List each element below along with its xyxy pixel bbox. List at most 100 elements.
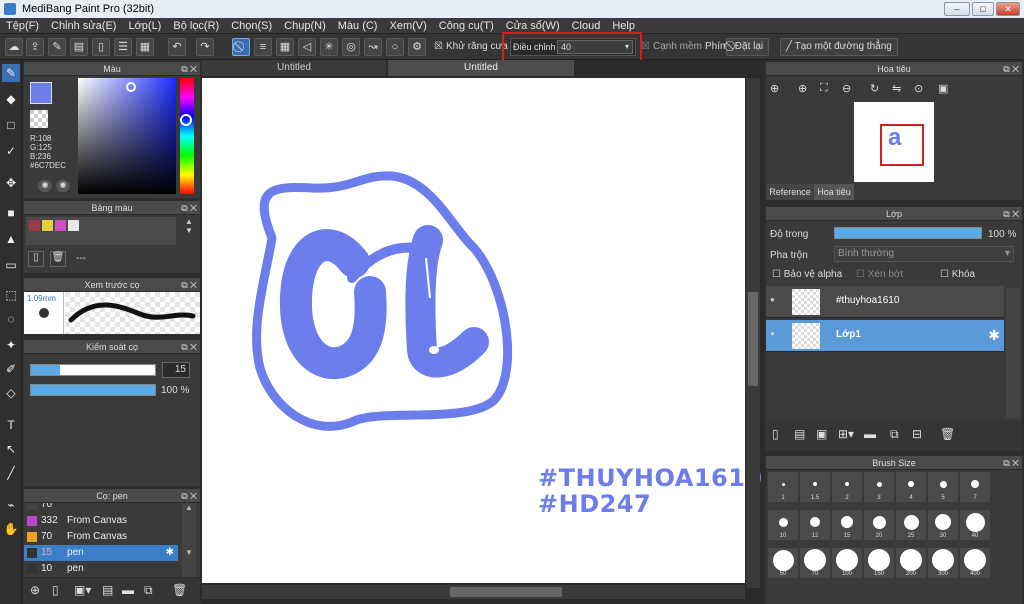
brush-size-cell[interactable]: 1 [768, 472, 798, 502]
folder-icon[interactable]: ▬ [122, 583, 134, 597]
brush-list-scroll[interactable]: ▲ ▼ [182, 503, 196, 577]
trash-icon[interactable]: 🗑 [940, 427, 955, 441]
brush-size-cell[interactable]: 25 [896, 510, 926, 540]
select-pen-tool-icon[interactable]: ✐ [2, 360, 20, 378]
duplicate-layer-icon[interactable]: ⧉ [890, 427, 899, 442]
brush-menu-icon[interactable]: ▣▾ [74, 583, 91, 597]
grid-icon[interactable]: ▦ [136, 38, 154, 56]
create-line-button[interactable]: ╱ Tạo một đường thẳng [780, 38, 898, 56]
lock-checkbox[interactable]: ☐ Khóa [940, 269, 975, 280]
lasso-tool-icon[interactable]: ◌ [2, 310, 20, 328]
hue-slider[interactable] [180, 78, 194, 194]
color-cursor[interactable] [126, 82, 136, 92]
new-palette-icon[interactable]: ▯ [28, 251, 44, 267]
brush-size-cell[interactable]: 3 [864, 472, 894, 502]
share-icon[interactable]: ⇪ [26, 38, 44, 56]
close-icon[interactable]: ⧉ ✕ [1003, 207, 1019, 221]
add-brush-icon[interactable]: ⊕ [30, 583, 40, 597]
menu-item-0[interactable]: Tệp(F) [6, 18, 39, 34]
tab-reference[interactable]: Reference [766, 184, 814, 200]
view-rect[interactable] [880, 124, 924, 166]
layer-row[interactable]: ● Lớp1 ✱ [766, 320, 1004, 352]
redo-icon[interactable]: ↷ [196, 38, 214, 56]
palette-swatch[interactable] [42, 220, 53, 231]
visibility-icon[interactable]: ● [770, 329, 775, 338]
close-icon[interactable]: ⧉ ✕ [181, 278, 197, 292]
script-icon[interactable]: ▤ [102, 583, 113, 597]
brush-size-cell[interactable]: 12 [800, 510, 830, 540]
fill-rect-tool-icon[interactable]: ■ [2, 204, 20, 222]
tab-untitled-1[interactable]: Untitled [202, 60, 386, 76]
brush-size-cell[interactable]: 10 [768, 510, 798, 540]
eyedropper-tool-icon[interactable]: ⌁ [2, 496, 20, 514]
close-icon[interactable]: ⧉ ✕ [181, 62, 197, 76]
new-brush-icon[interactable]: ▯ [52, 583, 59, 597]
select-eraser-tool-icon[interactable]: ◇ [2, 384, 20, 402]
brush-size-cell[interactable]: 50 [768, 548, 798, 578]
new-layer-icon[interactable]: ▯ [772, 427, 779, 441]
brush-size-cell[interactable]: 100 [832, 548, 862, 578]
close-icon[interactable]: ⧉ ✕ [181, 201, 197, 215]
navigator-thumbnail[interactable]: a [854, 102, 934, 182]
soft-edge-checkbox[interactable]: ☒ [641, 41, 650, 52]
canvas-vertical-scrollbar[interactable] [746, 78, 760, 588]
circle-snap-icon[interactable]: ○ [386, 38, 404, 56]
close-icon[interactable]: ⧉ ✕ [1003, 62, 1019, 76]
brush-size-cell[interactable]: 150 [864, 548, 894, 578]
brush-size-cell[interactable]: 4 [896, 472, 926, 502]
new-halftone-layer-icon[interactable]: ▤ [794, 427, 805, 441]
zoom-in-2-icon[interactable]: ⊕ [798, 82, 807, 95]
brush-size-cell[interactable]: 20 [864, 510, 894, 540]
menu-item-6[interactable]: Màu (C) [338, 18, 378, 34]
copy-brush-icon[interactable]: ⧉ [144, 583, 153, 598]
brush-size-cell[interactable]: 1.5 [800, 472, 830, 502]
saturation-value-square[interactable] [78, 78, 176, 194]
brush-tool-icon[interactable]: ✎ [2, 64, 20, 82]
layer-row[interactable]: ● #thuyhoa1610 [766, 286, 1004, 318]
zoom-in-icon[interactable]: ⊕ [770, 82, 779, 95]
no-snap-icon[interactable]: ⃠ [232, 38, 250, 56]
rect-tool-icon[interactable]: □ [2, 116, 20, 134]
brush-size-cell[interactable]: 200 [896, 548, 926, 578]
brush-size-cell[interactable]: 5 [928, 472, 958, 502]
select-tool-icon[interactable]: ⬚ [2, 286, 20, 304]
new-8bit-layer-icon[interactable]: ▣ [816, 427, 827, 441]
list-item[interactable]: 70 [24, 503, 178, 513]
gear-icon[interactable]: ✱ [988, 327, 1000, 344]
divide-tool-icon[interactable]: ╱ [2, 464, 20, 482]
merge-layer-icon[interactable]: ⊟ [912, 427, 922, 441]
antialias-checkbox[interactable]: ☒ [434, 41, 443, 52]
list-item[interactable]: 15 pen ✱ [24, 545, 178, 561]
reset-button[interactable]: ⃠ Đặt lại [726, 38, 770, 56]
menu-item-4[interactable]: Chọn(S) [231, 18, 272, 34]
brush-size-cell[interactable]: 2 [832, 472, 862, 502]
perspective-snap-icon[interactable]: ◁ [298, 38, 316, 56]
layer-list-scroll[interactable] [1006, 288, 1020, 418]
close-icon[interactable]: ⧉ ✕ [1003, 456, 1019, 470]
brush-size-cell[interactable]: 40 [960, 510, 990, 540]
hue-cursor[interactable] [180, 114, 192, 126]
visibility-icon[interactable]: ● [770, 295, 775, 304]
comment-icon[interactable]: ✎ [48, 38, 66, 56]
brush-size-cell[interactable]: 30 [928, 510, 958, 540]
protect-alpha-checkbox[interactable]: ☐ Bảo vệ alpha [772, 269, 842, 280]
palette-swatch[interactable] [55, 220, 66, 231]
menu-item-3[interactable]: Bộ lọc(R) [173, 18, 219, 34]
size-slider[interactable] [30, 364, 156, 376]
tab-navigator[interactable]: Hoa tiêu [814, 184, 854, 200]
undo-icon[interactable]: ↶ [168, 38, 186, 56]
minimize-button[interactable]: – [944, 2, 970, 16]
radial-snap-icon[interactable]: ✳ [320, 38, 338, 56]
settings-snap-icon[interactable]: ⚙ [408, 38, 426, 56]
clip-checkbox[interactable]: ☐ Xén bớt [856, 269, 903, 280]
chat-icon[interactable]: ▤ [70, 38, 88, 56]
brush-size-cell[interactable]: 400 [960, 548, 990, 578]
palette-swatch[interactable] [29, 220, 40, 231]
page-icon[interactable]: ▯ [92, 38, 110, 56]
dot-tool-icon[interactable]: ✓ [2, 142, 20, 160]
parallel-snap-icon[interactable]: ≡ [254, 38, 272, 56]
list-icon[interactable]: ☰ [114, 38, 132, 56]
tab-untitled-2[interactable]: Untitled [388, 60, 574, 76]
brush-size-cell[interactable]: 7 [960, 472, 990, 502]
brush-size-cell[interactable]: 70 [800, 548, 830, 578]
